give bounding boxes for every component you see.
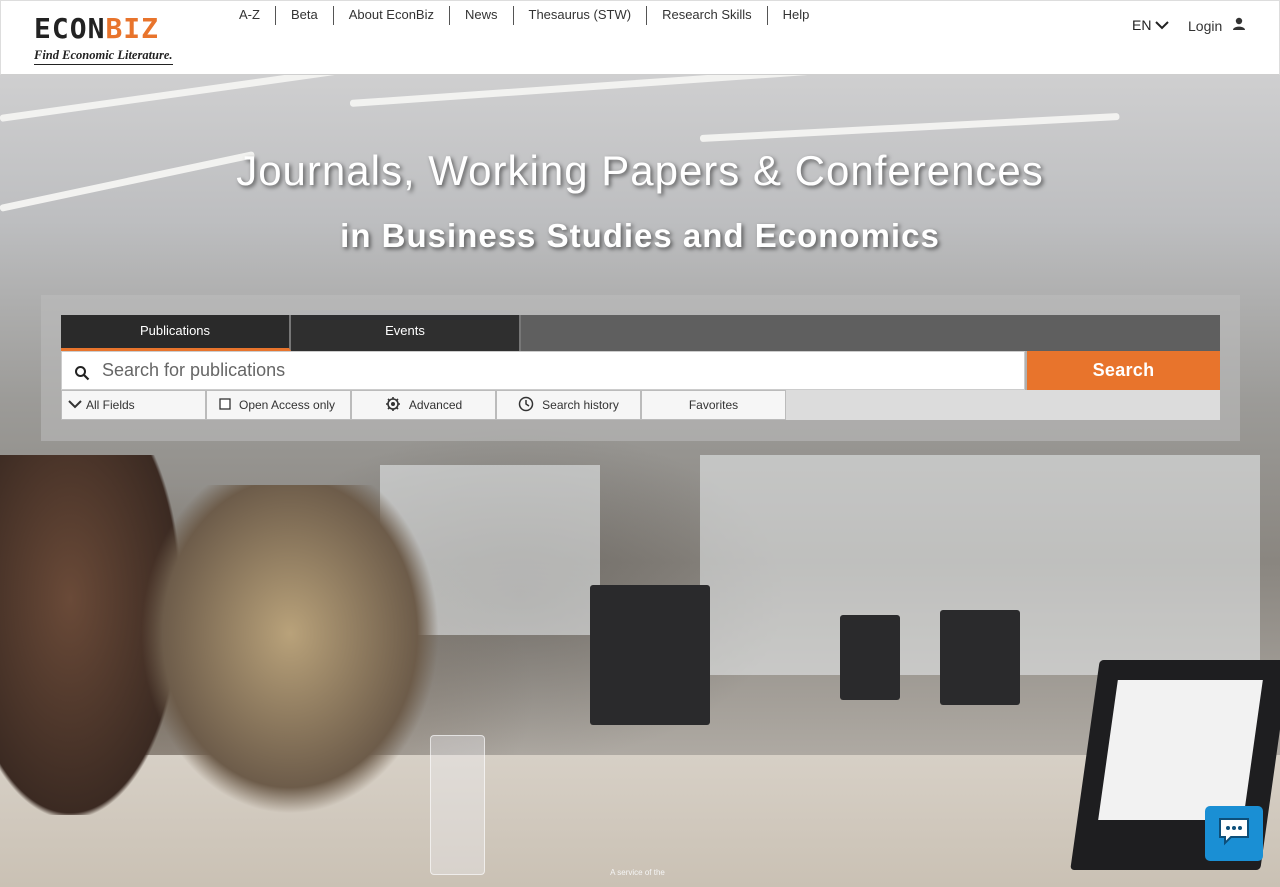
fields-select[interactable]: All Fields xyxy=(61,390,206,420)
hero-headline: Journals, Working Papers & Conferences xyxy=(236,147,1044,194)
nav-a-z[interactable]: A-Z xyxy=(224,6,275,25)
ceiling-light xyxy=(349,75,810,107)
nav-research-skills[interactable]: Research Skills xyxy=(646,6,767,25)
search-icon xyxy=(62,361,102,381)
ceiling-light xyxy=(0,75,417,122)
search-history-button[interactable]: Search history xyxy=(496,390,641,420)
fields-select-label: All Fields xyxy=(86,398,135,412)
monitor xyxy=(840,615,900,700)
monitor xyxy=(590,585,710,725)
water-glass xyxy=(430,735,485,875)
language-select[interactable]: EN xyxy=(1132,17,1170,33)
nav-beta[interactable]: Beta xyxy=(274,6,333,25)
service-note: A service of the xyxy=(610,868,665,877)
chevron-down-icon xyxy=(1155,17,1170,33)
user-icon xyxy=(1232,17,1246,34)
advanced-label: Advanced xyxy=(408,398,463,412)
search-button[interactable]: Search xyxy=(1027,351,1220,390)
econbiz-logo[interactable]: ECONBIZ Find Economic Literature. xyxy=(34,14,184,66)
chat-button[interactable] xyxy=(1205,806,1263,861)
tab-publications[interactable]: Publications xyxy=(61,315,291,351)
search-input[interactable] xyxy=(102,360,1024,381)
advanced-search-button[interactable]: Advanced xyxy=(351,390,496,420)
chat-icon xyxy=(1217,816,1251,851)
search-history-label: Search history xyxy=(542,398,619,412)
nav-help[interactable]: Help xyxy=(766,6,825,25)
hero-subline: in Business Studies and Economics xyxy=(340,217,940,254)
person xyxy=(140,485,440,815)
search-row: Search xyxy=(61,351,1220,390)
logo-wordmark: ECONBIZ xyxy=(34,12,160,45)
site-header: ECONBIZ Find Economic Literature. A-Z Be… xyxy=(0,0,1280,75)
laptop-screen xyxy=(1098,680,1263,820)
open-access-label: Open Access only xyxy=(239,398,336,412)
search-field xyxy=(61,351,1025,390)
open-access-toggle[interactable]: Open Access only xyxy=(206,390,351,420)
ceiling-light xyxy=(699,113,1120,142)
tab-events[interactable]: Events xyxy=(291,315,521,351)
favorites-label: Favorites xyxy=(688,398,739,412)
search-tabs: Publications Events xyxy=(61,315,1220,351)
favorites-button[interactable]: Favorites xyxy=(641,390,786,420)
gear-icon xyxy=(385,396,401,415)
nav-news[interactable]: News xyxy=(448,6,513,25)
monitor xyxy=(940,610,1020,705)
clock-icon xyxy=(518,396,534,415)
nav-thesaurus[interactable]: Thesaurus (STW) xyxy=(512,6,647,25)
main-nav: A-Z Beta About EconBiz News Thesaurus (S… xyxy=(224,6,824,25)
login-link[interactable]: Login xyxy=(1188,17,1246,34)
hero-background: Journals, Working Papers & Conferences i… xyxy=(0,75,1280,887)
logo-tagline: Find Economic Literature. xyxy=(34,48,173,65)
search-options: All Fields Open Access only Advanced Sea… xyxy=(61,390,1220,420)
nav-about[interactable]: About EconBiz xyxy=(332,6,449,25)
chevron-down-icon xyxy=(68,398,82,412)
login-label: Login xyxy=(1188,17,1223,34)
language-label: EN xyxy=(1132,17,1152,33)
checkbox-icon[interactable] xyxy=(219,397,231,413)
